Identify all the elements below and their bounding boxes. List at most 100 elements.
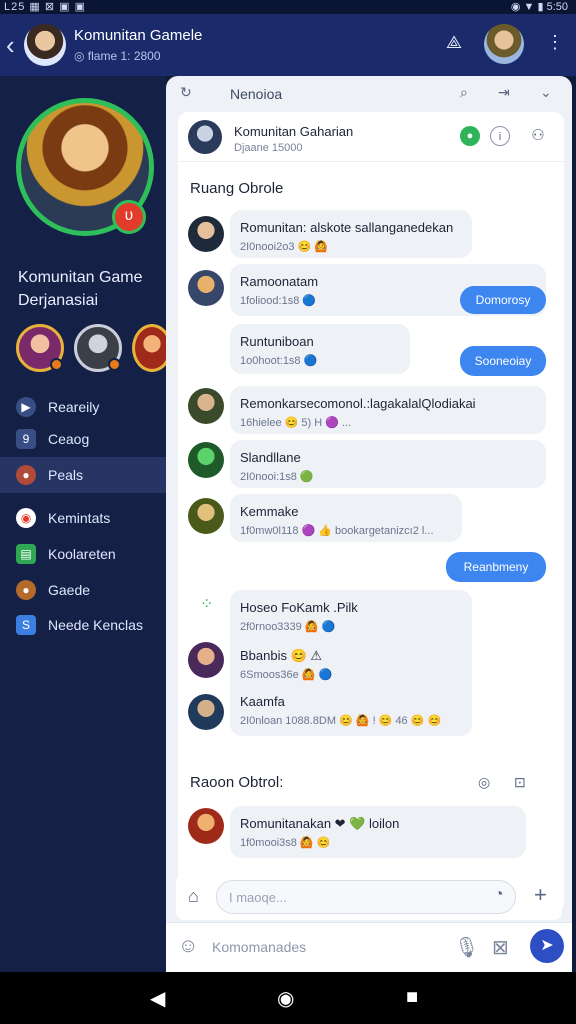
sidebar-item-label: Reareily: [48, 399, 100, 415]
play-icon: ▶: [16, 397, 36, 417]
message-text: Romunitan: alskote sallanganedekan: [240, 220, 454, 235]
message-text: Kaamfa: [240, 694, 285, 709]
group-name-line2: Derjanasiai: [18, 292, 99, 309]
sticker-icon[interactable]: ⊡: [514, 774, 526, 791]
composer: ⌂ I maoqe... ◔ +: [176, 874, 562, 920]
refresh-icon[interactable]: ↻: [180, 84, 192, 101]
avatar: [188, 216, 224, 252]
sidebar-item-neede-kenclas[interactable]: S Neede Kenclas: [0, 607, 166, 643]
panel-header: ↻ Nenoioa ⌕ ⇥ ⌄: [166, 76, 572, 110]
message-row[interactable]: Romunitan: alskote sallanganedekan 2I0no…: [178, 210, 564, 260]
chat-panel: ↻ Nenoioa ⌕ ⇥ ⌄ Komunitan Gaharian Djaan…: [166, 76, 572, 972]
sidebar-item-label: Gaede: [48, 582, 91, 598]
chevron-left-icon[interactable]: ‹: [6, 30, 15, 61]
user-icon[interactable]: ⚇: [528, 126, 548, 146]
avatar: [188, 694, 224, 730]
message-meta: 6Smoos36e 🙆 🔵: [240, 669, 333, 681]
system-navbar: ◀ ◉ ■: [0, 972, 576, 1024]
message-input[interactable]: I maoqe...: [216, 880, 516, 914]
avatar-icon: ●: [16, 465, 36, 485]
search-icon[interactable]: ⌕: [460, 84, 468, 101]
member-avatar[interactable]: [16, 324, 64, 372]
message-row[interactable]: Romunitanakan ❤ 💚 loilon 1f0mooi3s8 🙆 😊: [178, 806, 564, 862]
avatar: [188, 270, 224, 306]
home-nav-icon[interactable]: ◉: [277, 986, 294, 1011]
panel-title: Nenoioa: [230, 86, 283, 102]
status-left: L25 ▦ ⊠ ▣ ▣: [4, 1, 86, 13]
group-avatar[interactable]: [24, 24, 66, 66]
collapse-icon[interactable]: ⇥: [498, 84, 510, 101]
message-row[interactable]: Slandllane 2I0nooi:1s8 🟢: [178, 440, 564, 490]
status-right: ◉ ▼ ▮ 5:50: [510, 1, 568, 13]
sidebar-item-koolareten[interactable]: ▤ Koolareten: [0, 536, 166, 572]
message-row[interactable]: Runtuniboan 1o0hoot:1s8 🔵 Sooneoiay: [178, 324, 564, 380]
message-row[interactable]: Remonkarsecomonol.:lagakalalQlodiakai 16…: [178, 386, 564, 436]
message-bubble: Kemmake 1f0mw0l118 🟣 👍 bookargetanizcı2 …: [230, 494, 462, 542]
online-icon: ●: [460, 126, 480, 146]
list-icon: ▤: [16, 544, 36, 564]
more-icon[interactable]: ⋮: [546, 32, 564, 53]
chat-card: Komunitan Gaharian Djaane 15000 ● i ⚇ Ru…: [178, 112, 564, 912]
sidebar: ʋ Komunitan Game Derjanasiai ▶ Reareily …: [0, 76, 172, 972]
sidebar-item-ceaog[interactable]: 9 Ceaog: [0, 421, 166, 457]
mic-icon[interactable]: 🎙: [454, 935, 479, 960]
channel-header: Komunitan Gaharian Djaane 15000 ● i ⚇: [178, 112, 564, 162]
recents-nav-icon[interactable]: ■: [406, 986, 418, 1009]
app-bar: ‹ Komunitan Gamele ◎ flame 1: 2800 ⟁ ⋮: [0, 14, 576, 76]
message-text: Ramoonatam: [240, 274, 319, 289]
message-text: Slandllane: [240, 450, 301, 465]
target-icon: ◉: [16, 508, 36, 528]
message-bubble: Runtuniboan 1o0hoot:1s8 🔵: [230, 324, 410, 374]
sidebar-item-kemintats[interactable]: ◉ Kemintats: [0, 500, 166, 536]
section-title: Ruang Obrolе: [190, 180, 284, 197]
message-bubble: Hoseo FoKamk .Pilk 2f0rnoo3339 🙆 🔵 Bbanb…: [230, 590, 472, 736]
bottom-input-placeholder[interactable]: Komomanades: [212, 939, 306, 955]
reply-button[interactable]: Sooneoiay: [460, 346, 546, 376]
message-bubble: Romunitanakan ❤ 💚 loilon 1f0mooi3s8 🙆 😊: [230, 806, 526, 858]
channel-avatar[interactable]: [188, 120, 222, 154]
image-icon[interactable]: ⊠: [492, 935, 509, 960]
sidebar-item-label: Koolareten: [48, 546, 116, 562]
message-text: Bbanbis 😊 ⚠: [240, 648, 323, 663]
attach-icon[interactable]: ⌂: [188, 886, 199, 907]
user-avatar[interactable]: [484, 24, 524, 64]
sidebar-item-gaede[interactable]: ● Gaede: [0, 572, 166, 608]
emoji-picker-icon[interactable]: ◎: [478, 774, 490, 791]
plus-icon[interactable]: +: [534, 882, 547, 908]
sidebar-item-label: Neede Kenclas: [48, 617, 143, 633]
message-group[interactable]: ⁘ Hoseo FoKamk .Pilk 2f0rnoo3339 🙆 🔵 Bba…: [178, 590, 564, 740]
info-icon[interactable]: i: [490, 126, 510, 146]
message-meta: 1o0hoot:1s8 🔵: [240, 355, 318, 367]
send-button[interactable]: ➤: [530, 929, 564, 963]
app-subtitle: ◎ flame 1: 2800: [74, 49, 161, 63]
share-icon[interactable]: ⟁: [446, 32, 462, 53]
back-nav-icon[interactable]: ◀: [150, 986, 165, 1011]
section-title: Raoon Obtrol:: [190, 774, 284, 791]
avatar: [188, 642, 224, 678]
message-text: Runtuniboan: [240, 334, 314, 349]
sidebar-item-peals[interactable]: ● Peals: [0, 457, 166, 493]
chevron-down-icon[interactable]: ⌄: [540, 84, 552, 101]
timer-icon[interactable]: ◔: [494, 886, 504, 904]
message-row[interactable]: Ramoonatam 1foliood:1s8 🔵 Domorosy: [178, 264, 564, 320]
channel-meta: Djaane 15000: [234, 142, 303, 154]
message-text: Remonkarsecomonol.:lagakalalQlodiakai: [240, 396, 476, 411]
reply-button[interactable]: Reanbmeny: [446, 552, 546, 582]
message-text: Kemmake: [240, 504, 299, 519]
message-meta: 1f0mooi3s8 🙆 😊: [240, 837, 331, 849]
message-row[interactable]: Kemmake 1f0mw0l118 🟣 👍 bookargetanizcı2 …: [178, 494, 564, 544]
reply-button[interactable]: Domorosy: [460, 286, 546, 314]
status-bar: L25 ▦ ⊠ ▣ ▣ ◉ ▼ ▮ 5:50: [0, 0, 576, 14]
message-bubble: Slandllane 2I0nooi:1s8 🟢: [230, 440, 546, 488]
sidebar-item-recently[interactable]: ▶ Reareily: [0, 389, 166, 425]
bottom-input: ☺ Komomanades 🎙 ⊠ ➤: [166, 922, 572, 972]
group-name: Komunitan Game Derjanasiai: [18, 266, 163, 312]
group-name-line1: Komunitan Game: [18, 269, 143, 286]
avatar: [188, 498, 224, 534]
smiley-icon[interactable]: ☺: [178, 935, 198, 958]
status-dot-icon: [108, 358, 121, 371]
member-avatar[interactable]: [74, 324, 122, 372]
avatar: [188, 388, 224, 424]
sidebar-item-label: Peals: [48, 467, 84, 483]
message-meta: 2I0nooi:1s8 🟢: [240, 471, 314, 483]
